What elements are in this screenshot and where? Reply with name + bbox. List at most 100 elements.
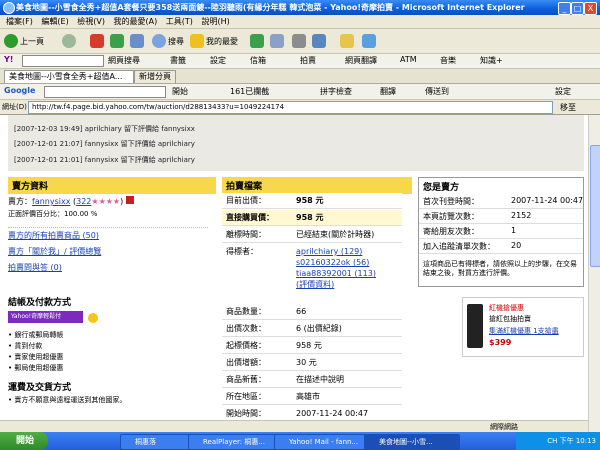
google-search-input[interactable]: [44, 86, 166, 98]
log-line: [2007-12-03 19:49] aprilchiary 留下評價給 fan…: [14, 125, 195, 133]
minimize-button[interactable]: _: [558, 2, 571, 15]
seller-name-row: 賣方：fannysixx (322★★★★): [8, 196, 134, 207]
menu-file[interactable]: 檔案(F): [6, 15, 33, 28]
yahoo-item-music[interactable]: 音樂: [440, 55, 456, 66]
vertical-scrollbar[interactable]: [588, 115, 600, 432]
home-button[interactable]: [130, 32, 144, 50]
zone-label: 網際網路: [490, 423, 518, 431]
google-settings-button[interactable]: 設定: [555, 86, 571, 97]
owner-stat-row: 首次刊登時間： 2007-11-24 00:47: [419, 194, 583, 209]
yahoo-item-bookmarks[interactable]: 書籤: [170, 55, 186, 66]
popup-blocked-label[interactable]: 161已攔截: [230, 86, 269, 97]
sendto-button[interactable]: 傳送到: [425, 86, 449, 97]
toolbar: 上一頁 搜尋 我的最愛: [0, 29, 600, 54]
address-bar: 網址(D) http://tw.f4.page.bid.yahoo.com/tw…: [0, 100, 600, 115]
tab-bar: 美食地圖--小雪食全秀+超值A... 新增分頁: [0, 69, 600, 84]
coin-icon: [88, 313, 98, 323]
auction-row-value: 已經結束(關於計時器): [296, 230, 375, 239]
log-line: [2007-12-01 21:01] fannysixx 留下評價給 april…: [14, 156, 195, 164]
page-content: [2007-12-03 19:49] aprilchiary 留下評價給 fan…: [0, 115, 588, 432]
google-go-button[interactable]: 開始: [172, 86, 188, 97]
positive-percent: 正面評價百分比：100.00 %: [8, 210, 98, 218]
seller-links: 賣方的所有拍賣商品 (50) 賣方「關於我」/ 評價總覽 拍賣問與答 (0): [8, 227, 208, 273]
ad-banner[interactable]: 紅機搶優惠 搶紅包抽拍賣 集滿紅機優惠 1支搶盡 $399: [462, 297, 584, 357]
forward-button[interactable]: [62, 32, 76, 50]
task-button-active[interactable]: 美食地圖--小雪...: [364, 434, 460, 450]
owner-stat-value: 1: [511, 226, 517, 235]
maximize-button[interactable]: □: [571, 2, 584, 15]
auction-row-value: 958 元: [296, 213, 324, 222]
history-button[interactable]: [250, 32, 264, 50]
log-line: [2007-12-01 21:07] fannysixx 留下評價給 april…: [14, 140, 195, 148]
yahoo-item-atm[interactable]: ATM: [400, 55, 417, 64]
address-label: 網址(D): [2, 103, 27, 111]
yahoo-item-auction[interactable]: 拍賣: [300, 55, 316, 66]
about-me-link[interactable]: 賣方「關於我」/ 評價總覽: [8, 246, 208, 257]
qa-link[interactable]: 拍賣問與答 (0): [8, 262, 208, 273]
new-tab-button[interactable]: 新增分頁: [134, 70, 176, 83]
tab-active[interactable]: 美食地圖--小雪食全秀+超值A...: [4, 70, 134, 83]
yahoo-item-knowledge[interactable]: 知識+: [480, 55, 503, 66]
auction-row-label: 出價增額：: [226, 358, 266, 367]
yahoo-toolbar: Y! 網頁搜尋 書籤 設定 信箱 拍賣 網頁翻譯 ATM 音樂 知識+: [0, 54, 600, 69]
auction-row: 離標時間： 已經結束(關於計時器): [222, 227, 402, 243]
menu-view[interactable]: 檢視(V): [77, 15, 105, 28]
menu-favorites[interactable]: 我的最愛(A): [114, 15, 158, 28]
easy-pay-button[interactable]: Yahoo!奇摩輕鬆付: [8, 311, 83, 323]
task-button[interactable]: RealPlayer: 桐惠...: [188, 434, 284, 450]
mail-button[interactable]: [270, 32, 284, 50]
owner-stat-label: 加入追蹤清單次數：: [423, 242, 495, 251]
close-button[interactable]: X: [584, 2, 597, 15]
owner-stat-value: 20: [511, 241, 522, 250]
star-icon: ★★★★: [91, 197, 121, 206]
messenger-button[interactable]: [340, 32, 354, 50]
auction-row-label: 出價次數：: [226, 324, 266, 333]
auction-row: 商品數量： 66: [222, 304, 402, 320]
ad-title: 紅機搶優惠: [489, 304, 524, 312]
go-button[interactable]: 移至: [560, 102, 576, 113]
yahoo-item-translate[interactable]: 網頁翻譯: [345, 55, 377, 66]
stop-button[interactable]: [90, 32, 104, 50]
start-button[interactable]: 開始: [0, 432, 48, 450]
owner-stat-value: 2152: [511, 211, 532, 220]
forward-arrow-icon: [62, 34, 76, 48]
yahoo-logo-icon: Y!: [4, 55, 14, 64]
title-bar: 美食地圖--小雪食全秀+超值A套餐只要358送兩面鍍--陸羽聽雨(有緣分年糕 韓…: [0, 0, 600, 15]
menu-tools[interactable]: 工具(T): [166, 15, 193, 28]
yahoo-search-button[interactable]: 網頁搜尋: [108, 55, 140, 66]
ad-link[interactable]: 集滿紅機優惠 1支搶盡: [489, 326, 559, 336]
auction-row-value: 在描述中說明: [296, 375, 344, 384]
favorites-button[interactable]: 我的最愛: [190, 32, 238, 50]
scroll-thumb[interactable]: [590, 145, 600, 267]
back-arrow-icon: [4, 34, 18, 48]
menu-help[interactable]: 說明(H): [201, 15, 229, 28]
translate-button[interactable]: 翻譯: [380, 86, 396, 97]
refresh-button[interactable]: [110, 32, 124, 50]
mail-icon: [270, 34, 284, 48]
task-button[interactable]: Yahoo! Mail - fann...: [274, 434, 374, 450]
print-icon: [292, 34, 306, 48]
research-button[interactable]: [362, 32, 376, 50]
owner-stat-value: 2007-11-24 00:47: [511, 196, 584, 205]
search-button[interactable]: 搜尋: [152, 32, 184, 50]
auction-row: 得標者： aprilchiary (129) s02160322ok (56) t…: [222, 244, 402, 305]
menu-edit[interactable]: 編輯(E): [41, 15, 68, 28]
owner-panel: 您是賣方 首次刊登時間： 2007-11-24 00:47 本頁訪覽次數： 2152 寄…: [418, 177, 584, 427]
yahoo-item-settings[interactable]: 設定: [210, 55, 226, 66]
owner-stat-row: 寄給朋友次數： 1: [419, 224, 583, 239]
print-button[interactable]: [292, 32, 306, 50]
seller-name-link[interactable]: fannysixx: [32, 197, 70, 206]
menu-bar: 檔案(F) 編輯(E) 檢視(V) 我的最愛(A) 工具(T) 說明(H): [0, 15, 600, 29]
auction-row-label: 商品新舊：: [226, 375, 266, 384]
address-input[interactable]: http://tw.f4.page.bid.yahoo.com/tw/aucti…: [28, 101, 553, 114]
seller-score-link[interactable]: 322: [76, 197, 91, 206]
auction-row-value[interactable]: aprilchiary (129) s02160322ok (56) tiaa8…: [296, 246, 376, 290]
edit-button[interactable]: [312, 32, 326, 50]
yahoo-item-mail[interactable]: 信箱: [250, 55, 266, 66]
spellcheck-button[interactable]: 拼字檢查: [320, 86, 352, 97]
task-button[interactable]: 桐惠落: [120, 434, 194, 450]
auction-row-label: 得標者：: [226, 247, 258, 256]
back-button[interactable]: 上一頁: [4, 32, 44, 50]
all-items-link[interactable]: 賣方的所有拍賣商品 (50): [8, 230, 208, 241]
yahoo-search-input[interactable]: [22, 55, 104, 67]
